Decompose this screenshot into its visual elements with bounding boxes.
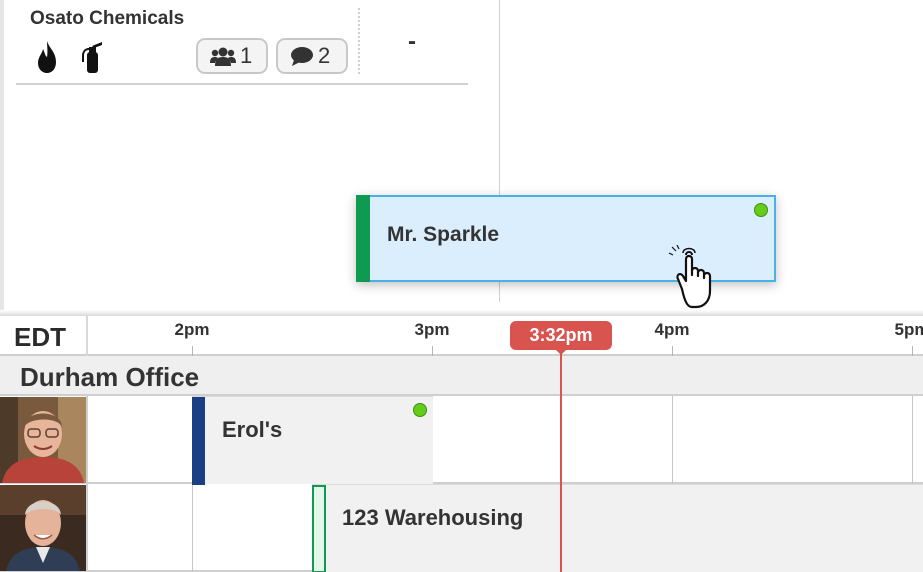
timeline-header [0, 316, 923, 356]
resource-row[interactable] [0, 396, 923, 484]
hand-pointer-cursor-icon [668, 245, 712, 309]
person-photo-icon [0, 397, 86, 483]
fire-icon [38, 41, 56, 73]
company-name: Osato Chemicals [30, 8, 185, 29]
current-time-label: 3:32pm [529, 325, 593, 345]
current-time-badge: 3:32pm [510, 321, 612, 350]
comment-count: 2 [318, 43, 331, 68]
hour-tick [192, 346, 193, 356]
job-color-stripe [192, 397, 205, 485]
comments-count-button[interactable]: 2 [276, 38, 348, 74]
avatar[interactable] [0, 485, 86, 571]
hour-tick [672, 346, 673, 356]
job-label: 123 Warehousing [342, 505, 524, 530]
job-color-stripe [312, 485, 326, 572]
users-icon [210, 47, 236, 66]
hour-label: 3pm [414, 320, 450, 339]
person-photo-icon [0, 485, 86, 571]
hour-label: 2pm [174, 320, 210, 339]
row-separator [86, 396, 88, 484]
status-dot [413, 403, 427, 417]
job-label: Mr. Sparkle [387, 223, 500, 246]
job-label: Erol's [222, 417, 283, 442]
hour-grid-line [672, 396, 673, 484]
header-separator [86, 316, 88, 356]
card-separator [358, 8, 360, 74]
job-block-123-warehousing[interactable]: 123 Warehousing [312, 484, 923, 572]
fire-extinguisher-icon [82, 42, 102, 73]
comment-icon [291, 47, 313, 66]
row-separator [86, 484, 88, 572]
current-time-badge-pointer [555, 349, 567, 355]
job-card-osato-chemicals[interactable]: Osato Chemicals 1 2 - [16, 0, 468, 85]
job-color-stripe [356, 195, 370, 282]
people-count-button[interactable]: 1 [196, 38, 268, 74]
people-count: 1 [240, 43, 253, 68]
status-dot [754, 203, 768, 217]
panel-border [0, 0, 4, 316]
timezone-label: EDT [14, 322, 66, 352]
hour-grid-line [912, 396, 913, 484]
hour-tick [912, 346, 913, 356]
job-block-erols[interactable]: Erol's [192, 396, 433, 485]
hour-tick [432, 346, 433, 356]
card-value: - [408, 28, 416, 55]
current-time-line [560, 350, 562, 572]
group-name: Durham Office [20, 362, 200, 392]
hour-label: 5pm [894, 320, 923, 339]
hour-label: 4pm [654, 320, 690, 339]
avatar[interactable] [0, 397, 86, 483]
